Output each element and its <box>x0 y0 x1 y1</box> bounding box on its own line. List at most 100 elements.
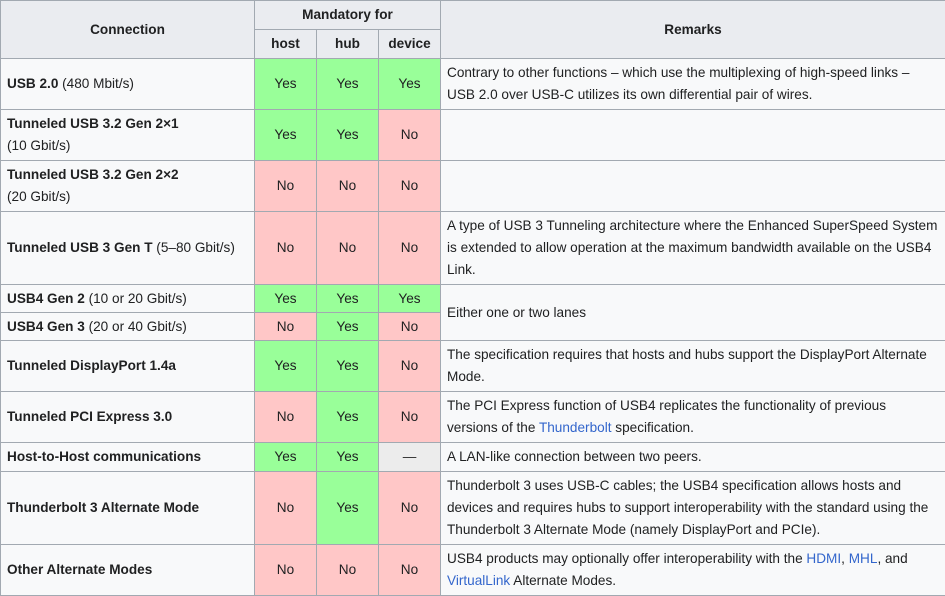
hdmi-link[interactable]: HDMI <box>806 551 841 566</box>
connection-name: Thunderbolt 3 Alternate Mode <box>7 500 199 515</box>
header-row-1: Connection Mandatory for Remarks <box>1 1 945 30</box>
device-cell: No <box>379 392 441 443</box>
remarks-text: Contrary to other functions – which use … <box>447 65 909 102</box>
remarks-text: A type of USB 3 Tunneling architecture w… <box>447 218 937 277</box>
host-cell: No <box>255 545 317 596</box>
device-cell: — <box>379 443 441 472</box>
table-row: Host-to-Host communications Yes Yes — A … <box>1 443 945 472</box>
hub-cell: Yes <box>317 443 379 472</box>
connection-cell: Other Alternate Modes <box>1 545 255 596</box>
remarks-text: A LAN-like connection between two peers. <box>447 449 702 464</box>
header-remarks: Remarks <box>441 1 945 59</box>
hub-cell: Yes <box>317 285 379 313</box>
device-cell: No <box>379 545 441 596</box>
header-host: host <box>255 30 317 59</box>
connection-name: Other Alternate Modes <box>7 562 152 577</box>
remarks-cell <box>441 161 945 212</box>
remarks-text: The specification requires that hosts an… <box>447 347 927 384</box>
connection-detail: (5–80 Gbit/s) <box>153 240 235 255</box>
device-cell: No <box>379 212 441 285</box>
connection-cell: Tunneled PCI Express 3.0 <box>1 392 255 443</box>
host-cell: No <box>255 212 317 285</box>
remarks-cell: Contrary to other functions – which use … <box>441 59 945 110</box>
hub-cell: No <box>317 212 379 285</box>
remarks-cell: The PCI Express function of USB4 replica… <box>441 392 945 443</box>
host-cell: No <box>255 472 317 545</box>
connection-detail: (10 or 20 Gbit/s) <box>85 291 187 306</box>
header-device: device <box>379 30 441 59</box>
device-cell: No <box>379 161 441 212</box>
remarks-text: , and <box>877 551 907 566</box>
hub-cell: No <box>317 545 379 596</box>
connection-detail: (20 Gbit/s) <box>7 189 70 204</box>
table-row: Tunneled USB 3.2 Gen 2×2 (20 Gbit/s) No N… <box>1 161 945 212</box>
remarks-text: USB4 products may optionally offer inter… <box>447 551 806 566</box>
host-cell: Yes <box>255 285 317 313</box>
connection-name: Tunneled USB 3.2 Gen 2×1 <box>7 116 179 131</box>
connection-cell: USB4 Gen 3 (20 or 40 Gbit/s) <box>1 313 255 341</box>
table-row: Tunneled DisplayPort 1.4a Yes Yes No The… <box>1 341 945 392</box>
connection-cell: Tunneled USB 3.2 Gen 2×1 (10 Gbit/s) <box>1 110 255 161</box>
usb4-functions-table: Connection Mandatory for Remarks host hu… <box>0 0 945 596</box>
hub-cell: Yes <box>317 392 379 443</box>
host-cell: Yes <box>255 443 317 472</box>
hub-cell: No <box>317 161 379 212</box>
connection-cell: Thunderbolt 3 Alternate Mode <box>1 472 255 545</box>
remarks-cell: Either one or two lanes <box>441 285 945 341</box>
table-row: USB4 Gen 2 (10 or 20 Gbit/s) Yes Yes Yes… <box>1 285 945 313</box>
mhl-link[interactable]: MHL <box>849 551 878 566</box>
table-row: Tunneled PCI Express 3.0 No Yes No The P… <box>1 392 945 443</box>
table-row: Thunderbolt 3 Alternate Mode No Yes No T… <box>1 472 945 545</box>
connection-detail: (20 or 40 Gbit/s) <box>85 319 187 334</box>
connection-name: Tunneled PCI Express 3.0 <box>7 409 172 424</box>
connection-name: Host-to-Host communications <box>7 449 201 464</box>
remarks-text: Either one or two lanes <box>447 305 586 320</box>
host-cell: No <box>255 313 317 341</box>
connection-cell: Tunneled USB 3.2 Gen 2×2 (20 Gbit/s) <box>1 161 255 212</box>
thunderbolt-link[interactable]: Thunderbolt <box>539 420 612 435</box>
header-mandatory-for: Mandatory for <box>255 1 441 30</box>
connection-cell: USB4 Gen 2 (10 or 20 Gbit/s) <box>1 285 255 313</box>
connection-name: USB 2.0 <box>7 76 58 91</box>
table-row: Tunneled USB 3 Gen T (5–80 Gbit/s) No No… <box>1 212 945 285</box>
remarks-cell: Thunderbolt 3 uses USB-C cables; the USB… <box>441 472 945 545</box>
device-cell: Yes <box>379 59 441 110</box>
host-cell: No <box>255 161 317 212</box>
remarks-text: specification. <box>612 420 694 435</box>
connection-detail: (480 Mbit/s) <box>58 76 134 91</box>
device-cell: Yes <box>379 285 441 313</box>
remarks-cell: A type of USB 3 Tunneling architecture w… <box>441 212 945 285</box>
remarks-cell: USB4 products may optionally offer inter… <box>441 545 945 596</box>
connection-name: Tunneled USB 3.2 Gen 2×2 <box>7 167 179 182</box>
remarks-text: , <box>841 551 849 566</box>
connection-cell: Tunneled DisplayPort 1.4a <box>1 341 255 392</box>
connection-cell: Host-to-Host communications <box>1 443 255 472</box>
connection-detail: (10 Gbit/s) <box>7 138 70 153</box>
host-cell: No <box>255 392 317 443</box>
remarks-text: Alternate Modes. <box>510 573 616 588</box>
remarks-cell: The specification requires that hosts an… <box>441 341 945 392</box>
hub-cell: Yes <box>317 313 379 341</box>
remarks-text: Thunderbolt 3 uses USB-C cables; the USB… <box>447 478 928 537</box>
connection-name: USB4 Gen 2 <box>7 291 85 306</box>
remarks-cell <box>441 110 945 161</box>
device-cell: No <box>379 341 441 392</box>
device-cell: No <box>379 110 441 161</box>
header-hub: hub <box>317 30 379 59</box>
table-row: USB 2.0 (480 Mbit/s) Yes Yes Yes Contrar… <box>1 59 945 110</box>
hub-cell: Yes <box>317 472 379 545</box>
connection-name: Tunneled DisplayPort 1.4a <box>7 358 176 373</box>
header-connection: Connection <box>1 1 255 59</box>
hub-cell: Yes <box>317 341 379 392</box>
device-cell: No <box>379 313 441 341</box>
table-row: Tunneled USB 3.2 Gen 2×1(10 Gbit/s) Yes … <box>1 110 945 161</box>
remarks-cell: A LAN-like connection between two peers. <box>441 443 945 472</box>
connection-name: USB4 Gen 3 <box>7 319 85 334</box>
host-cell: Yes <box>255 59 317 110</box>
host-cell: Yes <box>255 110 317 161</box>
connection-name: Tunneled USB 3 Gen T <box>7 240 153 255</box>
table-row: Other Alternate Modes No No No USB4 prod… <box>1 545 945 596</box>
virtuallink-link[interactable]: VirtualLink <box>447 573 510 588</box>
connection-cell: Tunneled USB 3 Gen T (5–80 Gbit/s) <box>1 212 255 285</box>
host-cell: Yes <box>255 341 317 392</box>
